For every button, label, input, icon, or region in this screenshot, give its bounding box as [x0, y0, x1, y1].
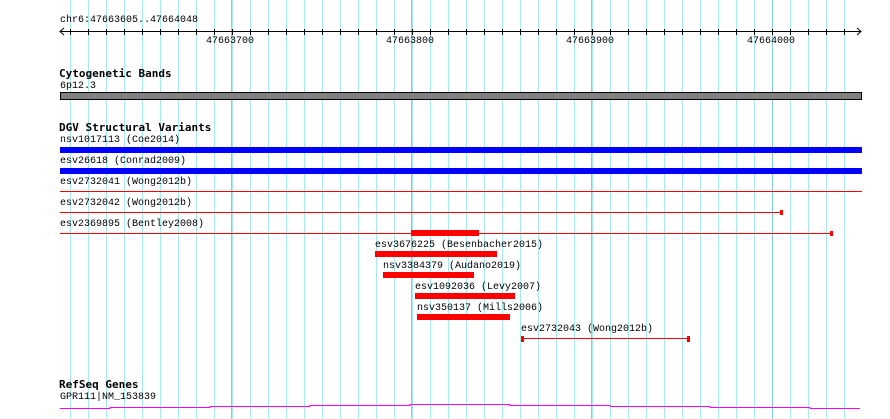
track-title-refseq: RefSeq Genes: [59, 378, 139, 391]
feature-end-cap: [521, 336, 524, 342]
track-title-cytogenetic-bands: Cytogenetic Bands: [59, 67, 172, 80]
feature-label: esv26618 (Conrad2009): [60, 156, 187, 167]
feature-end-cap: [830, 231, 833, 236]
cytoband-bar: [60, 92, 862, 100]
feature-bar-loss: [375, 251, 497, 257]
feature-label: esv2732041 (Wong2012b): [60, 177, 193, 188]
feature-label: nsv1017113 (Coe2014): [60, 135, 181, 146]
feature-label: nsv3384379 (Audano2019): [383, 261, 522, 272]
feature-end-cap: [780, 210, 783, 215]
gene-label: GPR111|NM_153839: [60, 392, 157, 403]
feature-label: esv2732042 (Wong2012b): [60, 198, 193, 209]
ruler-tick-label: 47663800: [386, 36, 435, 47]
ruler-tick-label: 47664000: [747, 36, 796, 47]
feature-label: esv3676225 (Besenbacher2015): [375, 240, 544, 251]
gene-model: [60, 404, 860, 409]
feature-bar-loss: [411, 230, 479, 236]
feature-label: esv2732043 (Wong2012b): [521, 324, 654, 335]
track-title-dgv: DGV Structural Variants: [59, 121, 212, 134]
feature-bar-loss: [415, 293, 515, 299]
feature-label: nsv350137 (Mills2006): [417, 303, 544, 314]
browser-canvas[interactable]: [0, 0, 890, 419]
feature-label: esv2369895 (Bentley2008): [60, 219, 205, 230]
feature-bar-loss: [383, 272, 474, 278]
ruler-location: chr6:47663605..47664048: [60, 15, 199, 26]
feature-label: esv1092036 (Levy2007): [415, 282, 542, 293]
feature-bar-loss: [417, 314, 510, 320]
ruler-tick-label: 47663700: [206, 36, 255, 47]
feature-end-cap: [687, 336, 690, 342]
feature-bar-gain: [60, 147, 862, 153]
cytoband-label: 6p12.3: [60, 81, 97, 92]
ruler-tick-label: 47663900: [566, 36, 615, 47]
feature-bar-gain: [60, 168, 862, 174]
